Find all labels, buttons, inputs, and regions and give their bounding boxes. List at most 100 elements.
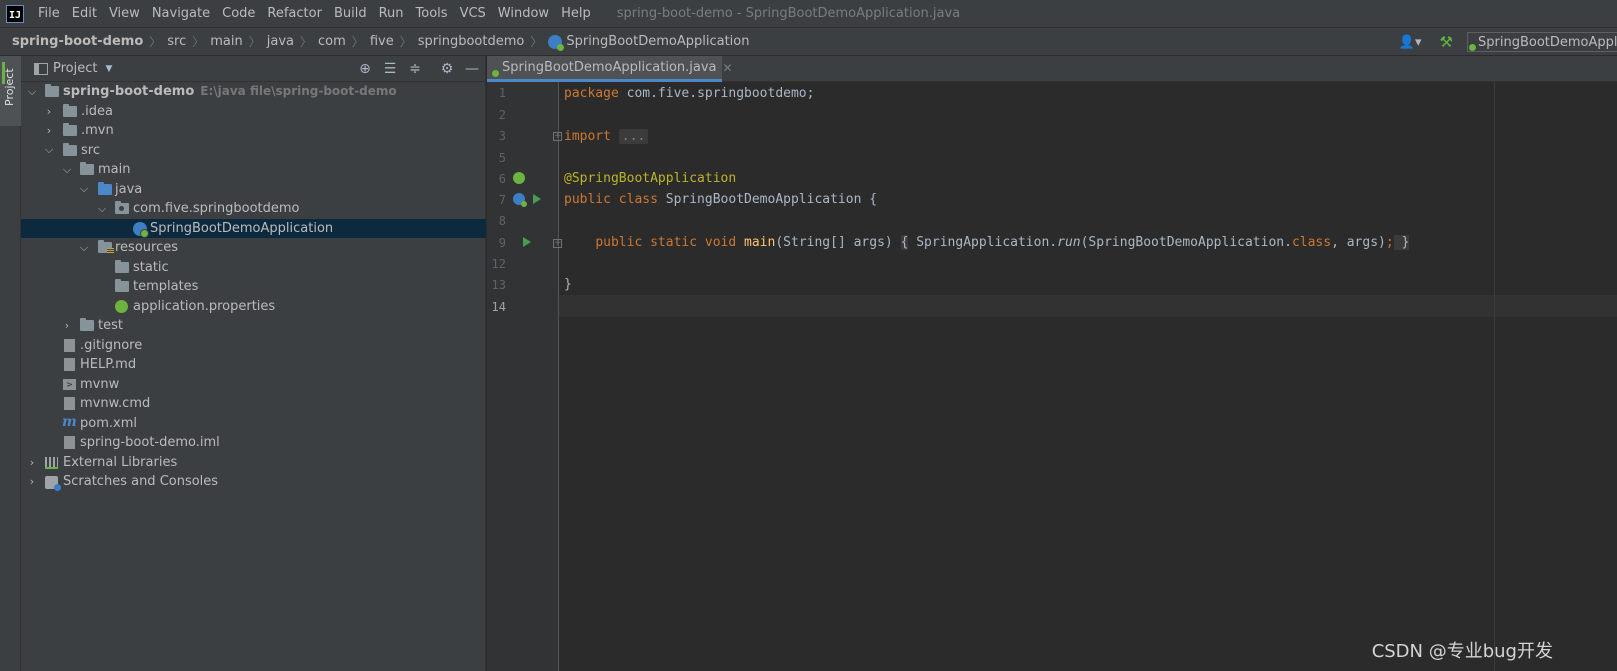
code-editor[interactable]: 1 2 3 5 6 7 8 9 12 13 14 + + package com… xyxy=(487,82,1617,671)
folded-brace[interactable]: } xyxy=(1393,235,1410,250)
project-tool-window-button[interactable]: Project xyxy=(0,56,21,126)
run-class-icon[interactable] xyxy=(533,194,541,204)
breadcrumb-five[interactable]: five xyxy=(366,34,398,49)
tree-node-help-md[interactable]: HELP.md xyxy=(21,355,486,375)
menu-run[interactable]: Run xyxy=(373,0,410,28)
spring-properties-icon xyxy=(115,299,128,313)
menu-build[interactable]: Build xyxy=(328,0,373,28)
keyword: import xyxy=(564,129,611,144)
chevron-right-icon[interactable]: › xyxy=(27,475,37,488)
tree-node-label: static xyxy=(133,259,169,275)
breadcrumb-java[interactable]: java xyxy=(263,34,298,49)
folder-icon xyxy=(115,279,129,292)
gear-icon[interactable]: ⚙ xyxy=(438,60,456,78)
chevron-down-icon[interactable]: ⌵ xyxy=(97,202,107,216)
chevron-right-icon[interactable]: › xyxy=(44,124,54,137)
breadcrumb-src[interactable]: src xyxy=(163,34,190,49)
fold-imports-icon[interactable]: + xyxy=(553,132,562,141)
project-panel-title[interactable]: Project xyxy=(53,61,97,76)
fold-method-icon[interactable]: + xyxy=(553,239,562,248)
current-line-highlight xyxy=(559,295,1617,317)
expand-all-icon[interactable]: ☰ xyxy=(381,60,399,78)
breadcrumb-project[interactable]: spring-boot-demo xyxy=(0,34,147,49)
tree-node-iml[interactable]: spring-boot-demo.iml xyxy=(21,433,486,453)
menu-code[interactable]: Code xyxy=(216,0,261,28)
code-text: SpringApplication. xyxy=(908,235,1058,250)
breadcrumb-separator-icon: 〉 xyxy=(192,35,205,49)
tree-node-project-root[interactable]: ⌵ spring-boot-demo E:\java file\spring-bo… xyxy=(21,82,486,102)
tree-node-application-properties[interactable]: application.properties xyxy=(21,297,486,317)
line-number-current: 14 xyxy=(491,300,506,314)
breadcrumb-class[interactable]: SpringBootDemoApplication xyxy=(544,34,753,51)
folder-icon xyxy=(63,142,77,156)
tree-node-src[interactable]: ⌵ src xyxy=(21,141,486,161)
tree-node-test[interactable]: › test xyxy=(21,316,486,336)
collapse-all-icon[interactable]: ≑ xyxy=(406,60,424,78)
locate-file-icon[interactable]: ⊕ xyxy=(356,60,374,78)
spring-boot-class-icon xyxy=(133,221,149,238)
folded-imports[interactable]: ... xyxy=(618,129,649,144)
line-number: 7 xyxy=(498,193,506,207)
menu-window[interactable]: Window xyxy=(492,0,555,28)
breadcrumb-main[interactable]: main xyxy=(206,34,246,49)
line-number: 5 xyxy=(498,151,506,165)
run-configuration-selector[interactable]: SpringBootDemoApplication xyxy=(1467,32,1617,52)
chevron-down-icon[interactable]: ⌵ xyxy=(79,241,89,255)
user-dropdown-icon[interactable]: 👤▾ xyxy=(1399,35,1422,50)
run-main-icon[interactable] xyxy=(523,237,531,247)
menu-navigate[interactable]: Navigate xyxy=(146,0,216,28)
code-text: , args) xyxy=(1331,235,1386,250)
tree-node-templates[interactable]: templates xyxy=(21,277,486,297)
chevron-right-icon[interactable]: › xyxy=(27,456,37,469)
tree-node-main-class[interactable]: SpringBootDemoApplication xyxy=(21,218,486,238)
project-panel-header: Project ▼ ⊕ ☰ ≑ ⚙ — xyxy=(21,56,485,82)
tree-node-mvn[interactable]: › .mvn xyxy=(21,121,486,141)
line-number: 1 xyxy=(498,86,506,100)
tree-node-label: SpringBootDemoApplication xyxy=(150,220,334,236)
code-line-3: import ... xyxy=(564,128,649,146)
tree-node-main[interactable]: ⌵ main xyxy=(21,160,486,180)
tree-node-external-libraries[interactable]: › External Libraries xyxy=(21,453,486,473)
tree-node-gitignore[interactable]: .gitignore xyxy=(21,336,486,356)
breadcrumb-com[interactable]: com xyxy=(314,34,350,49)
menu-edit[interactable]: Edit xyxy=(66,0,103,28)
chevron-down-icon[interactable]: ⌵ xyxy=(79,182,89,196)
chevron-down-icon[interactable]: ▼ xyxy=(105,64,112,74)
breadcrumb-separator-icon: 〉 xyxy=(530,35,543,49)
tree-node-label: External Libraries xyxy=(63,454,178,470)
spring-bean-gutter-icon[interactable] xyxy=(513,172,525,184)
tree-node-scratches[interactable]: › Scratches and Consoles xyxy=(21,472,486,492)
menu-refactor[interactable]: Refactor xyxy=(261,0,328,28)
tree-node-mvnw-cmd[interactable]: mvnw.cmd xyxy=(21,394,486,414)
tree-node-label: pom.xml xyxy=(80,415,137,431)
tree-node-pom-xml[interactable]: m pom.xml xyxy=(21,414,486,434)
tree-node-static[interactable]: static xyxy=(21,258,486,278)
menu-file[interactable]: File xyxy=(32,0,66,28)
tree-node-label: .gitignore xyxy=(80,337,143,353)
tree-node-idea[interactable]: › .idea xyxy=(21,102,486,122)
chevron-down-icon[interactable]: ⌵ xyxy=(62,163,72,177)
tree-node-java[interactable]: ⌵ java xyxy=(21,180,486,200)
menu-help[interactable]: Help xyxy=(555,0,597,28)
tree-node-label: templates xyxy=(133,279,199,295)
menu-tools[interactable]: Tools xyxy=(410,0,454,28)
menu-view[interactable]: View xyxy=(103,0,146,28)
chevron-down-icon[interactable]: ⌵ xyxy=(27,85,37,99)
hide-panel-icon[interactable]: — xyxy=(463,60,481,78)
tree-node-resources[interactable]: ⌵ resources xyxy=(21,238,486,258)
chevron-down-icon[interactable]: ⌵ xyxy=(44,143,54,157)
tree-node-label: com.five.springbootdemo xyxy=(133,201,300,217)
method-name: main xyxy=(744,235,776,250)
tree-node-package[interactable]: ⌵ com.five.springbootdemo xyxy=(21,199,486,219)
line-number: 2 xyxy=(498,108,506,122)
left-tool-stripe: Project xyxy=(0,56,21,671)
tree-node-mvnw[interactable]: > mvnw xyxy=(21,375,486,395)
chevron-right-icon[interactable]: › xyxy=(44,105,54,118)
breadcrumb-springbootdemo[interactable]: springbootdemo xyxy=(414,34,529,49)
build-hammer-icon[interactable]: ⚒ xyxy=(1440,33,1453,51)
chevron-right-icon[interactable]: › xyxy=(62,319,72,332)
close-icon[interactable]: ✕ xyxy=(723,61,733,75)
menu-vcs[interactable]: VCS xyxy=(454,0,492,28)
spring-class-gutter-icon[interactable] xyxy=(513,193,527,207)
tab-springbootdemoapplication[interactable]: SpringBootDemoApplication.java ✕ xyxy=(487,56,733,82)
